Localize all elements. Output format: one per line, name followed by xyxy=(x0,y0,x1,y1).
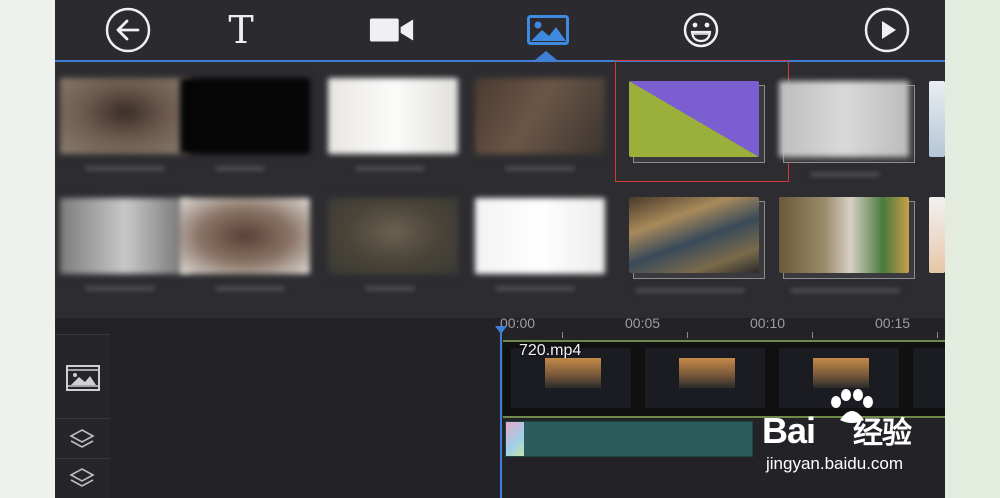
watermark-brand: Bai 经验 xyxy=(762,410,912,451)
selected-item-highlight xyxy=(615,60,789,182)
active-tab-indicator xyxy=(535,51,557,60)
right-margin xyxy=(945,0,1000,498)
media-caption xyxy=(85,166,165,171)
image-icon xyxy=(527,15,569,45)
media-thumbnail[interactable] xyxy=(929,197,945,273)
back-button[interactable] xyxy=(104,6,152,54)
tick-mark xyxy=(937,332,938,338)
media-caption xyxy=(215,166,265,171)
media-thumbnail[interactable] xyxy=(180,198,310,274)
time-ruler: 00:00 00:05 00:10 00:15 xyxy=(500,315,945,340)
media-caption xyxy=(355,166,425,171)
media-caption xyxy=(85,286,155,291)
person-photo-thumbnail[interactable] xyxy=(779,197,909,273)
tick-mark xyxy=(562,332,563,338)
time-tick: 00:05 xyxy=(625,315,661,331)
overlay-clip-thumbnail xyxy=(506,422,524,456)
tick-mark xyxy=(812,332,813,338)
sticker-tool-button[interactable] xyxy=(677,6,725,54)
time-tick: 00:10 xyxy=(750,315,786,331)
media-caption xyxy=(505,166,575,171)
media-thumbnail[interactable] xyxy=(475,78,605,154)
top-toolbar: T xyxy=(55,0,945,62)
mall-photo-thumbnail[interactable] xyxy=(629,197,759,273)
text-T-icon: T xyxy=(228,8,254,52)
media-caption xyxy=(495,286,575,291)
video-track-header[interactable] xyxy=(55,334,110,419)
video-camera-icon xyxy=(369,18,414,42)
video-tool-button[interactable] xyxy=(368,6,416,54)
layer-track-header[interactable] xyxy=(55,418,110,459)
play-circle-icon xyxy=(864,7,910,53)
left-margin xyxy=(0,0,55,498)
media-thumbnail[interactable] xyxy=(779,81,909,157)
track-header-panel xyxy=(55,334,110,498)
layer-track-header[interactable] xyxy=(55,458,110,498)
text-tool-button[interactable]: T xyxy=(217,6,265,54)
media-thumbnail[interactable] xyxy=(60,198,190,274)
playhead[interactable] xyxy=(500,328,502,498)
media-thumbnail[interactable] xyxy=(328,78,458,154)
media-caption xyxy=(635,288,745,293)
time-tick: 00:15 xyxy=(875,315,911,331)
layers-icon xyxy=(69,468,95,487)
media-thumbnail[interactable] xyxy=(180,78,310,154)
layers-icon xyxy=(69,429,95,448)
play-button[interactable] xyxy=(863,6,911,54)
media-thumbnail[interactable] xyxy=(929,81,945,157)
image-tool-button[interactable] xyxy=(524,6,572,54)
media-thumbnail[interactable] xyxy=(475,198,605,274)
media-thumbnail[interactable] xyxy=(328,198,458,274)
image-track-icon xyxy=(66,365,100,391)
playhead-handle[interactable] xyxy=(495,326,507,334)
media-thumbnail[interactable] xyxy=(60,78,190,154)
smiley-icon xyxy=(683,12,719,48)
media-caption xyxy=(215,286,285,291)
media-caption xyxy=(790,288,900,293)
media-caption xyxy=(365,286,415,291)
clip-name: 720.mp4 xyxy=(519,342,582,359)
media-caption xyxy=(810,172,880,177)
arrow-left-circle-icon xyxy=(105,7,151,53)
baidu-watermark: Bai 经验 jingyan.baidu.com xyxy=(712,388,947,488)
tick-mark xyxy=(687,332,688,338)
watermark-url: jingyan.baidu.com xyxy=(766,454,904,473)
media-browser xyxy=(55,60,945,318)
